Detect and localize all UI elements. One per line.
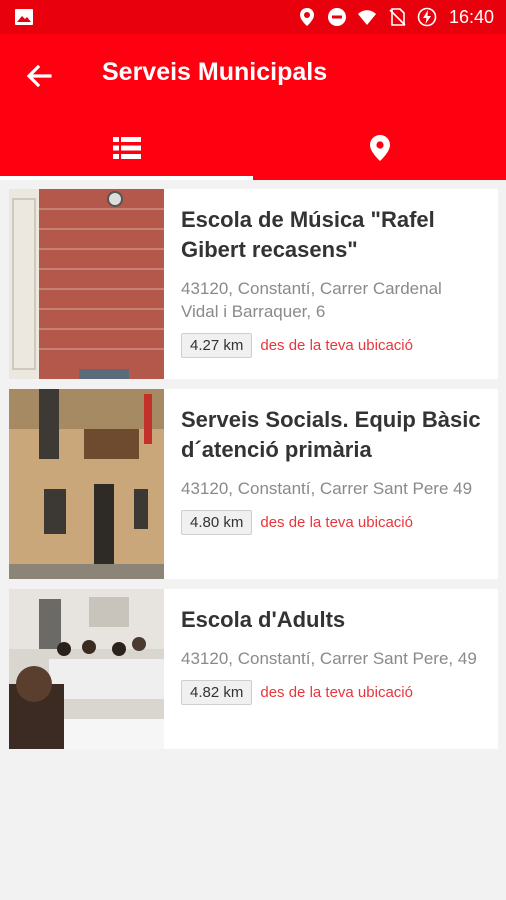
distance-badge: 4.27 km	[181, 333, 253, 358]
arrow-back-icon	[26, 64, 52, 88]
service-photo	[9, 589, 164, 749]
do-not-disturb-icon	[327, 8, 346, 26]
service-photo	[9, 389, 164, 579]
status-time: 16:40	[448, 6, 494, 27]
tab-map[interactable]	[253, 116, 506, 180]
map-marker-icon	[369, 135, 390, 161]
distance-badge: 4.82 km	[181, 680, 253, 705]
list-icon	[112, 137, 141, 159]
image-icon	[15, 9, 33, 25]
status-bar: 16:40	[0, 0, 506, 34]
distance-suffix: des de la teva ubicació	[260, 514, 413, 531]
service-address: 43120, Constantí, Carrer Sant Pere 49	[181, 479, 473, 498]
list-item[interactable]: Serveis Socials. Equip Bàsic d´atenció p…	[9, 389, 498, 579]
service-address: 43120, Constantí, Carrer Sant Pere, 49	[181, 649, 477, 668]
service-name: Escola d'Adults	[181, 607, 346, 632]
services-list: Escola de Música "Rafel Gibert recasens"…	[9, 189, 498, 759]
tab-bar	[0, 116, 506, 180]
service-name: Serveis Socials. Equip Bàsic d´atenció p…	[181, 407, 481, 462]
page-title: Serveis Municipals	[102, 58, 328, 86]
wifi-icon	[357, 10, 376, 25]
tab-list[interactable]	[0, 116, 253, 180]
distance-suffix: des de la teva ubicació	[260, 684, 413, 701]
list-item[interactable]: Escola d'Adults 43120, Constantí, Carrer…	[9, 589, 498, 749]
list-item[interactable]: Escola de Música "Rafel Gibert recasens"…	[9, 189, 498, 379]
distance-suffix: des de la teva ubicació	[260, 337, 413, 354]
service-name: Escola de Música "Rafel Gibert recasens"	[181, 207, 435, 262]
battery-charging-icon	[417, 7, 437, 27]
no-sim-icon	[389, 8, 406, 26]
back-button[interactable]	[22, 59, 56, 93]
service-address: 43120, Constantí, Carrer Cardenal Vidal …	[181, 279, 442, 321]
distance-badge: 4.80 km	[181, 510, 253, 535]
location-icon	[299, 8, 314, 26]
app-bar: Serveis Municipals	[0, 34, 506, 116]
service-photo	[9, 189, 164, 379]
